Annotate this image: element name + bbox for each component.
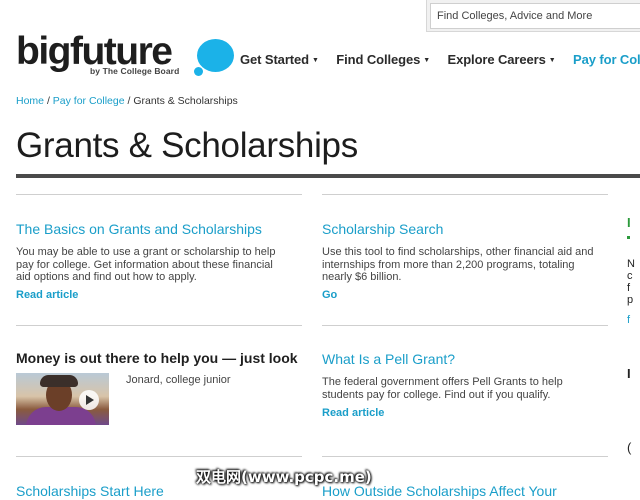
sidebar-fragment: f (627, 282, 640, 294)
nav-pay-for-college[interactable]: Pay for Colleg (573, 52, 640, 67)
sidebar-fragment: c (627, 270, 640, 282)
title-divider (16, 174, 640, 178)
sidebar-accent (627, 236, 630, 239)
sidebar-fragment: N (627, 258, 640, 270)
divider (322, 325, 608, 326)
main-nav: Get Started ▼ Find Colleges ▼ Explore Care… (240, 51, 640, 67)
person-cap (40, 375, 78, 387)
search-box (426, 0, 640, 32)
sidebar-fragment[interactable]: f (627, 314, 640, 326)
card-search-title[interactable]: Scholarship Search (322, 221, 443, 237)
card-basics-title[interactable]: The Basics on Grants and Scholarships (16, 221, 262, 237)
sidebar-fragment: I (627, 366, 640, 381)
breadcrumb: Home / Pay for College / Grants & Schola… (16, 95, 238, 107)
go-link[interactable]: Go (322, 289, 337, 301)
nav-label: Get Started (240, 52, 309, 67)
page-title: Grants & Scholarships (16, 126, 358, 165)
divider (16, 194, 302, 195)
read-article-link[interactable]: Read article (16, 289, 78, 301)
nav-label: Explore Careers (447, 52, 546, 67)
nav-label: Find Colleges (336, 52, 421, 67)
card-search-text: Use this tool to find scholarships, othe… (322, 246, 594, 283)
divider (16, 325, 302, 326)
video-thumbnail[interactable] (16, 373, 109, 425)
nav-find-colleges[interactable]: Find Colleges ▼ (336, 52, 430, 67)
read-article-link[interactable]: Read article (322, 407, 384, 419)
logo-bubble-small-icon (194, 67, 203, 76)
divider (322, 194, 608, 195)
card-money-title: Money is out there to help you — just lo… (16, 350, 298, 366)
card-pell-title[interactable]: What Is a Pell Grant? (322, 351, 455, 367)
caret-down-icon: ▼ (311, 57, 319, 64)
breadcrumb-home[interactable]: Home (16, 95, 44, 107)
watermark: 双电网(www.pcpc.me) (196, 468, 372, 486)
divider (16, 456, 302, 457)
search-input[interactable] (430, 3, 640, 29)
card-basics-text: You may be able to use a grant or schola… (16, 246, 276, 283)
divider (322, 456, 608, 457)
nav-explore-careers[interactable]: Explore Careers ▼ (448, 52, 556, 67)
nav-label: Pay for Colleg (573, 52, 640, 67)
play-icon[interactable] (79, 390, 99, 410)
bigfuture-logo[interactable]: bigfuture by The College Board (16, 30, 234, 80)
breadcrumb-pay-for-college[interactable]: Pay for College (53, 95, 125, 107)
sidebar-fragment: I (627, 215, 640, 230)
card-start-title[interactable]: Scholarships Start Here (16, 483, 164, 499)
nav-get-started[interactable]: Get Started ▼ (240, 52, 319, 67)
logo-subtitle: by The College Board (90, 66, 180, 76)
logo-bubble-icon (197, 39, 234, 72)
breadcrumb-current: / Grants & Scholarships (127, 95, 238, 107)
sidebar-fragment: p (627, 294, 640, 306)
caret-down-icon: ▼ (548, 57, 556, 64)
caret-down-icon: ▼ (423, 57, 431, 64)
card-pell-text: The federal government offers Pell Grant… (322, 376, 563, 401)
sidebar-fragment: ( (627, 440, 640, 455)
quote-author: Jonard, college junior (126, 374, 231, 386)
